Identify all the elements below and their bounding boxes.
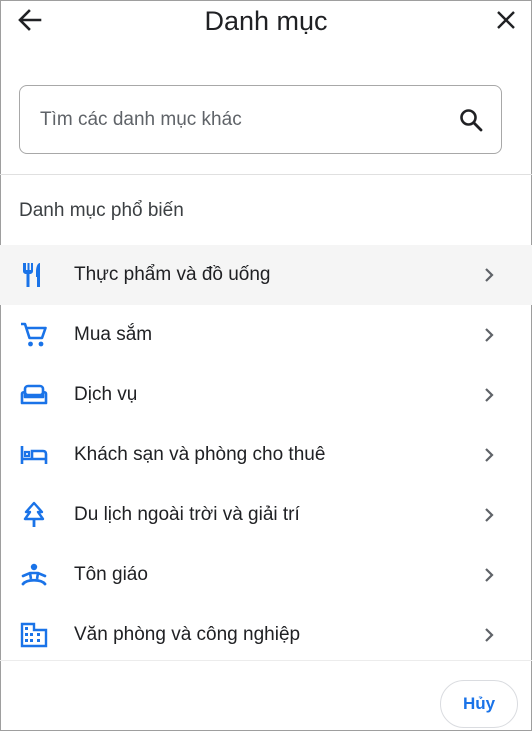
category-label: Tôn giáo [74, 564, 148, 585]
search-icon [460, 108, 483, 131]
category-item-religion[interactable]: Tôn giáo [0, 545, 532, 605]
close-icon [497, 11, 515, 29]
cancel-button[interactable]: Hủy [440, 680, 518, 728]
close-button[interactable] [490, 6, 522, 34]
office-building-icon [20, 621, 48, 649]
category-label: Khách sạn và phòng cho thuê [74, 444, 326, 465]
search-input[interactable] [20, 85, 441, 154]
category-item-hotels[interactable]: Khách sạn và phòng cho thuê [0, 425, 532, 485]
restaurant-icon [20, 261, 48, 289]
chevron-right-icon [482, 506, 496, 524]
category-label: Du lịch ngoài trời và giải trí [74, 504, 300, 525]
category-item-food[interactable]: Thực phẩm và đồ uống [0, 245, 532, 305]
meditation-icon [20, 561, 48, 589]
chevron-right-icon [482, 386, 496, 404]
page-title: Danh mục [204, 6, 328, 36]
pine-tree-icon [20, 501, 48, 529]
footer-divider [0, 660, 532, 661]
hotel-bed-icon [20, 441, 48, 469]
category-item-shopping[interactable]: Mua sắm [0, 305, 532, 365]
category-item-office[interactable]: Văn phòng và công nghiệp [0, 605, 532, 665]
category-item-outdoors[interactable]: Du lịch ngoài trời và giải trí [0, 485, 532, 545]
section-title: Danh mục phổ biến [19, 200, 184, 221]
search-button[interactable] [441, 108, 501, 132]
category-label: Mua sắm [74, 324, 153, 345]
divider [0, 174, 532, 175]
chevron-right-icon [482, 566, 496, 584]
category-list: Thực phẩm và đồ uống Mua sắm Dịch vụ Khá… [0, 245, 532, 665]
sofa-icon [20, 381, 48, 409]
chevron-right-icon [482, 326, 496, 344]
search-box [19, 85, 502, 154]
category-label: Dịch vụ [74, 384, 138, 405]
chevron-right-icon [482, 626, 496, 644]
shopping-cart-icon [20, 321, 48, 349]
header: Danh mục [0, 0, 532, 44]
chevron-right-icon [482, 266, 496, 284]
category-label: Thực phẩm và đồ uống [74, 264, 271, 285]
category-item-services[interactable]: Dịch vụ [0, 365, 532, 425]
chevron-right-icon [482, 446, 496, 464]
category-label: Văn phòng và công nghiệp [74, 624, 301, 645]
